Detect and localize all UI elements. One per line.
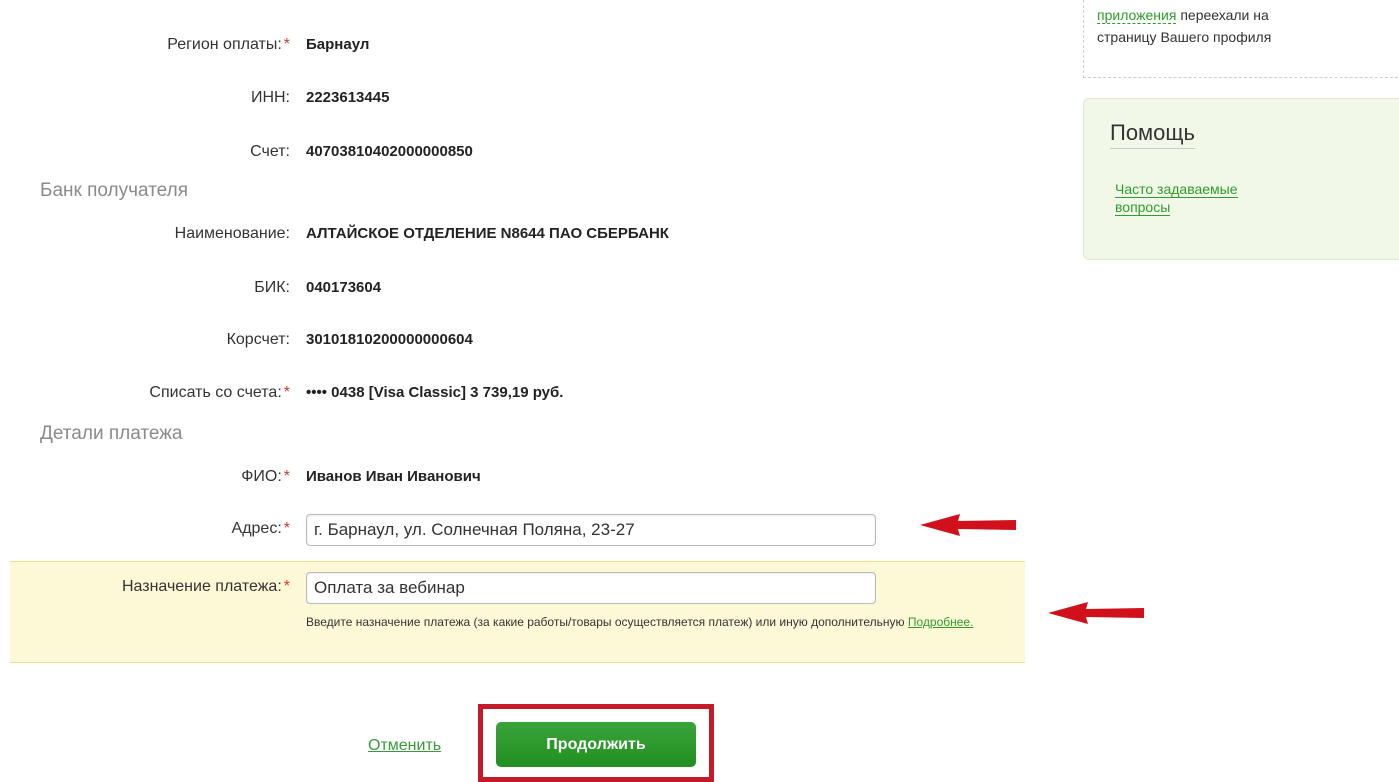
- arrow-left-annotation-icon: [1048, 602, 1144, 624]
- account-value: 40703810402000000850: [306, 143, 473, 160]
- purpose-label: Назначение платежа: *: [121, 578, 290, 595]
- faq-link[interactable]: Часто задаваемые вопросы: [1115, 180, 1295, 216]
- continue-button[interactable]: Продолжить: [496, 722, 696, 767]
- fio-row: ФИО: * Иванов Иван Иванович: [0, 462, 1060, 492]
- account-row: Счет: 40703810402000000850: [0, 137, 1060, 167]
- notice-text-1: переехали на: [1176, 7, 1269, 23]
- bik-label: БИК:: [254, 279, 290, 296]
- debit-account-label: Списать со счета: *: [149, 384, 290, 401]
- corr-account-label: Корсчет:: [226, 331, 290, 348]
- region-label: Регион оплаты: *: [167, 36, 290, 53]
- purpose-hint-more-link[interactable]: Подробнее.: [908, 615, 974, 629]
- required-mark: *: [283, 384, 290, 401]
- address-label: Адрес: *: [231, 520, 290, 537]
- fio-label: ФИО: *: [241, 468, 290, 485]
- faq-link-line2[interactable]: вопросы: [1115, 199, 1171, 216]
- notice-text-2: страницу Вашего профиля: [1097, 29, 1272, 45]
- region-value: Барнаул: [306, 36, 370, 53]
- bank-section-title: Банк получателя: [40, 180, 188, 201]
- purpose-input[interactable]: Оплата за вебинар: [306, 572, 876, 604]
- inn-label: ИНН:: [250, 89, 290, 106]
- bank-name-label: Наименование:: [174, 225, 290, 242]
- inn-row: ИНН: 2223613445: [0, 83, 1060, 113]
- required-mark: *: [283, 520, 290, 537]
- fio-value: Иванов Иван Иванович: [306, 468, 481, 485]
- arrow-left-annotation-icon: [920, 514, 1016, 536]
- inn-value: 2223613445: [306, 89, 390, 106]
- bank-name-row: Наименование: АЛТАЙСКОЕ ОТДЕЛЕНИЕ N8644 …: [0, 219, 1060, 249]
- purpose-hint: Введите назначение платежа (за какие раб…: [306, 615, 1006, 629]
- help-title: Помощь: [1110, 120, 1195, 149]
- address-input[interactable]: г. Барнаул, ул. Солнечная Поляна, 23-27: [306, 514, 876, 546]
- apps-link[interactable]: приложения: [1097, 7, 1177, 24]
- bik-value: 040173604: [306, 279, 382, 296]
- purpose-hint-text: Введите назначение платежа (за какие раб…: [306, 615, 905, 629]
- required-mark: *: [283, 36, 290, 53]
- debit-account-row: Списать со счета: * •••• 0438 [Visa Class…: [0, 378, 1060, 408]
- corr-account-value: 30101810200000000604: [306, 331, 473, 348]
- required-mark: *: [283, 468, 290, 485]
- bik-row: БИК: 040173604: [0, 273, 1060, 303]
- debit-account-select[interactable]: •••• 0438 [Visa Classic] 3 739,19 руб.: [306, 378, 563, 408]
- account-label: Счет:: [250, 143, 290, 160]
- region-row: Регион оплаты: * Барнаул: [0, 30, 1060, 60]
- cancel-link[interactable]: Отменить: [368, 737, 441, 755]
- sidebar-notice: приложения переехали на страницу Вашего …: [1097, 4, 1377, 48]
- bank-name-value: АЛТАЙСКОЕ ОТДЕЛЕНИЕ N8644 ПАО СБЕРБАНК: [306, 225, 669, 242]
- corr-account-row: Корсчет: 30101810200000000604: [0, 325, 1060, 355]
- required-mark: *: [283, 578, 290, 595]
- faq-link-line1[interactable]: Часто задаваемые: [1115, 181, 1238, 198]
- details-section-title: Детали платежа: [40, 423, 183, 444]
